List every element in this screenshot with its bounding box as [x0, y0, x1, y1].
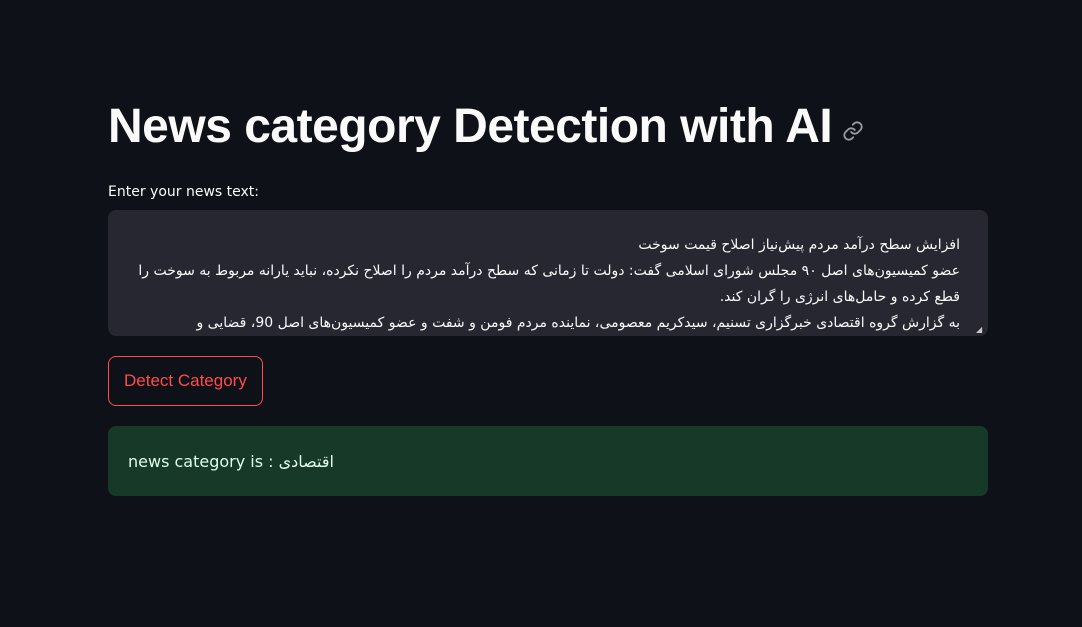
result-alert: news category is : اقتصادی — [108, 426, 988, 496]
result-text: news category is : اقتصادی — [128, 451, 334, 471]
news-text-label: Enter your news text: — [108, 184, 259, 200]
news-text-input[interactable] — [108, 210, 988, 336]
detect-category-button[interactable]: Detect Category — [108, 356, 263, 406]
link-icon[interactable] — [840, 118, 866, 144]
app-page: News category Detection with AI Enter yo… — [0, 0, 1082, 627]
main-content: News category Detection with AI Enter yo… — [108, 96, 988, 496]
news-text-area-container: ◢ — [108, 210, 988, 336]
resize-handle-icon[interactable]: ◢ — [976, 326, 984, 334]
page-title: News category Detection with AI — [108, 100, 833, 153]
title-row: News category Detection with AI — [108, 96, 988, 158]
